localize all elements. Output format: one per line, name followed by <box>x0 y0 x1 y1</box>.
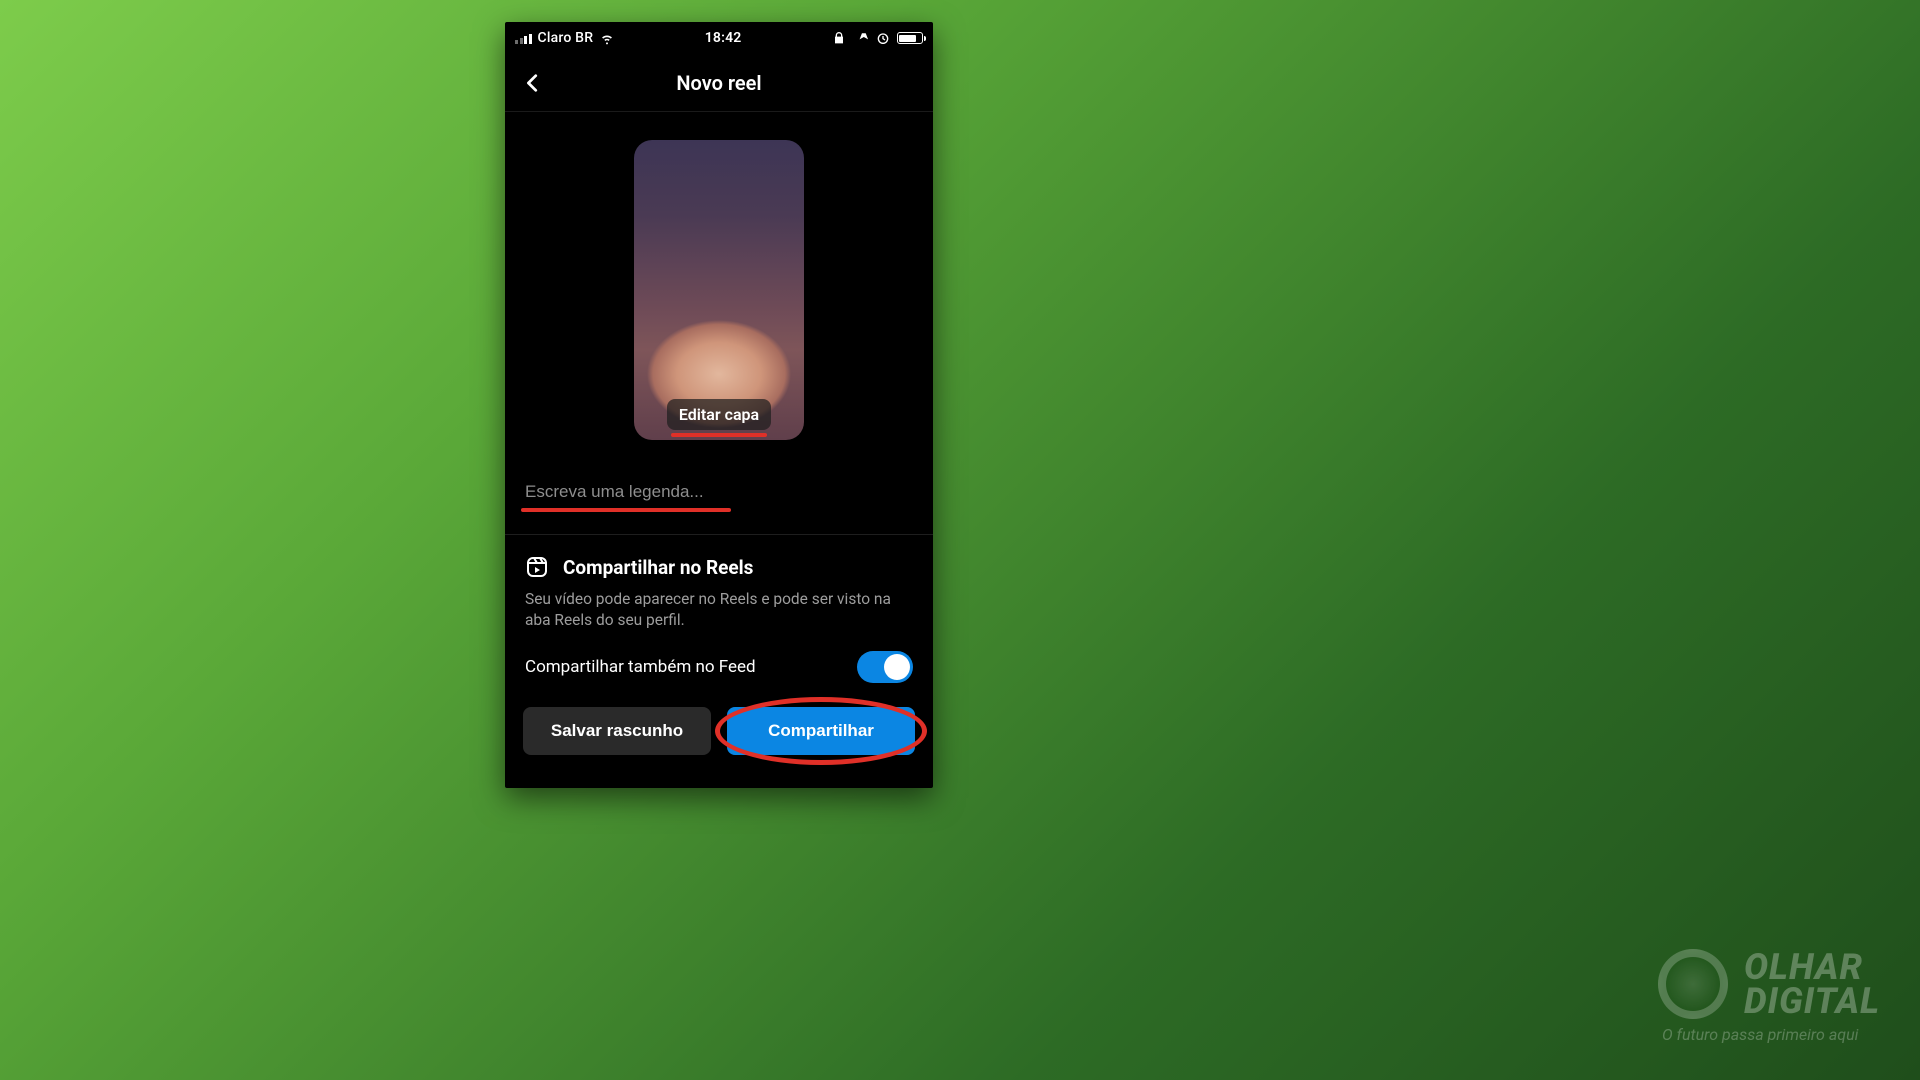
action-button-row: Salvar rascunho Compartilhar <box>505 701 933 777</box>
brand-logo-icon <box>1658 949 1728 1019</box>
brand-name-line1: OLHAR <box>1744 950 1880 984</box>
reels-icon <box>525 555 549 579</box>
feed-toggle[interactable] <box>857 651 913 683</box>
alarm-icon <box>875 30 891 46</box>
clock-label: 18:42 <box>705 30 742 46</box>
signal-icon <box>515 32 532 44</box>
save-draft-button[interactable]: Salvar rascunho <box>523 707 711 755</box>
wifi-icon <box>599 30 615 46</box>
lock-icon <box>831 30 847 46</box>
app-header: Novo reel <box>505 54 933 112</box>
battery-icon <box>897 32 923 44</box>
cover-preview-area: Editar capa <box>505 112 933 458</box>
brand-tagline: O futuro passa primeiro aqui <box>1662 1025 1858 1044</box>
share-description: Seu vídeo pode aparecer no Reels e pode … <box>525 589 913 631</box>
caption-input[interactable] <box>525 482 725 502</box>
phone-screenshot: Claro BR 18:42 Novo reel Editar capa <box>505 22 933 788</box>
feed-toggle-label: Compartilhar também no Feed <box>525 657 756 677</box>
caption-section <box>505 458 933 516</box>
brand-watermark: OLHAR DIGITAL O futuro passa primeiro aq… <box>1658 949 1880 1044</box>
cover-thumbnail[interactable]: Editar capa <box>634 140 804 440</box>
share-section: Compartilhar no Reels Seu vídeo pode apa… <box>505 535 933 701</box>
share-button[interactable]: Compartilhar <box>727 707 915 755</box>
chevron-left-icon <box>522 72 544 94</box>
status-bar: Claro BR 18:42 <box>505 22 933 54</box>
location-icon <box>853 30 869 46</box>
toggle-knob <box>884 654 910 680</box>
page-title: Novo reel <box>676 71 761 95</box>
back-button[interactable] <box>513 63 553 103</box>
brand-name-line2: DIGITAL <box>1744 984 1880 1018</box>
share-title: Compartilhar no Reels <box>563 556 753 579</box>
edit-cover-button[interactable]: Editar capa <box>667 399 771 430</box>
carrier-label: Claro BR <box>538 30 594 46</box>
brand-name: OLHAR DIGITAL <box>1744 950 1880 1018</box>
